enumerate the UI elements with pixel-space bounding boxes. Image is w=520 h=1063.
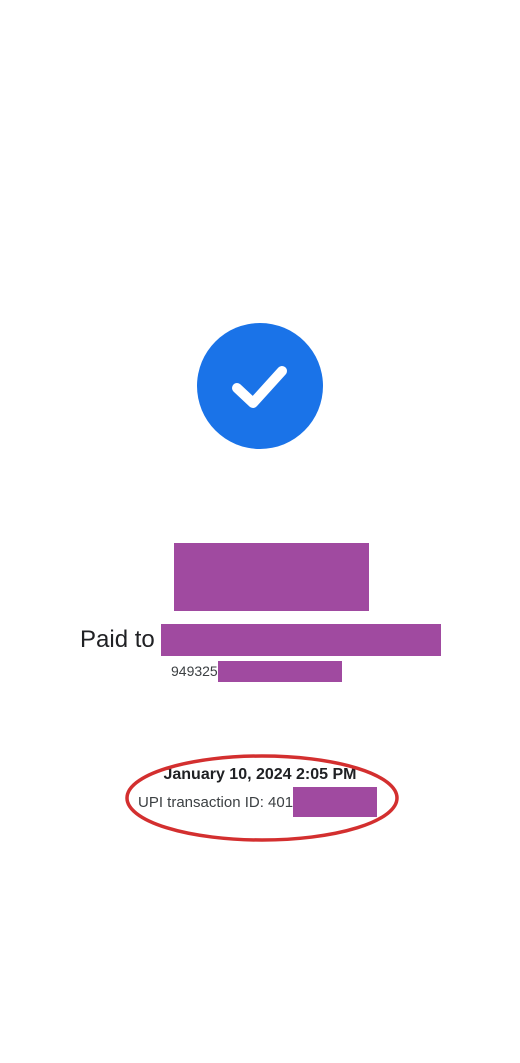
redacted-payee-phone <box>217 660 342 682</box>
transaction-id-label: UPI transaction ID: 401 <box>138 793 294 811</box>
check-icon <box>232 366 287 408</box>
redacted-payee-name <box>160 624 441 656</box>
paid-to-row: Paid to <box>80 623 441 657</box>
transaction-id-row: UPI transaction ID: 401 <box>138 787 378 817</box>
payee-phone-row: 949325 <box>171 660 342 682</box>
transaction-datetime: January 10, 2024 2:05 PM <box>163 766 357 783</box>
transaction-datetime-row: January 10, 2024 2:05 PM <box>0 766 520 784</box>
paid-to-label: Paid to <box>80 626 155 653</box>
redacted-amount <box>174 543 369 611</box>
redacted-transaction-id <box>293 787 378 817</box>
payee-phone-prefix: 949325 <box>171 663 218 679</box>
success-check-badge <box>197 323 323 449</box>
